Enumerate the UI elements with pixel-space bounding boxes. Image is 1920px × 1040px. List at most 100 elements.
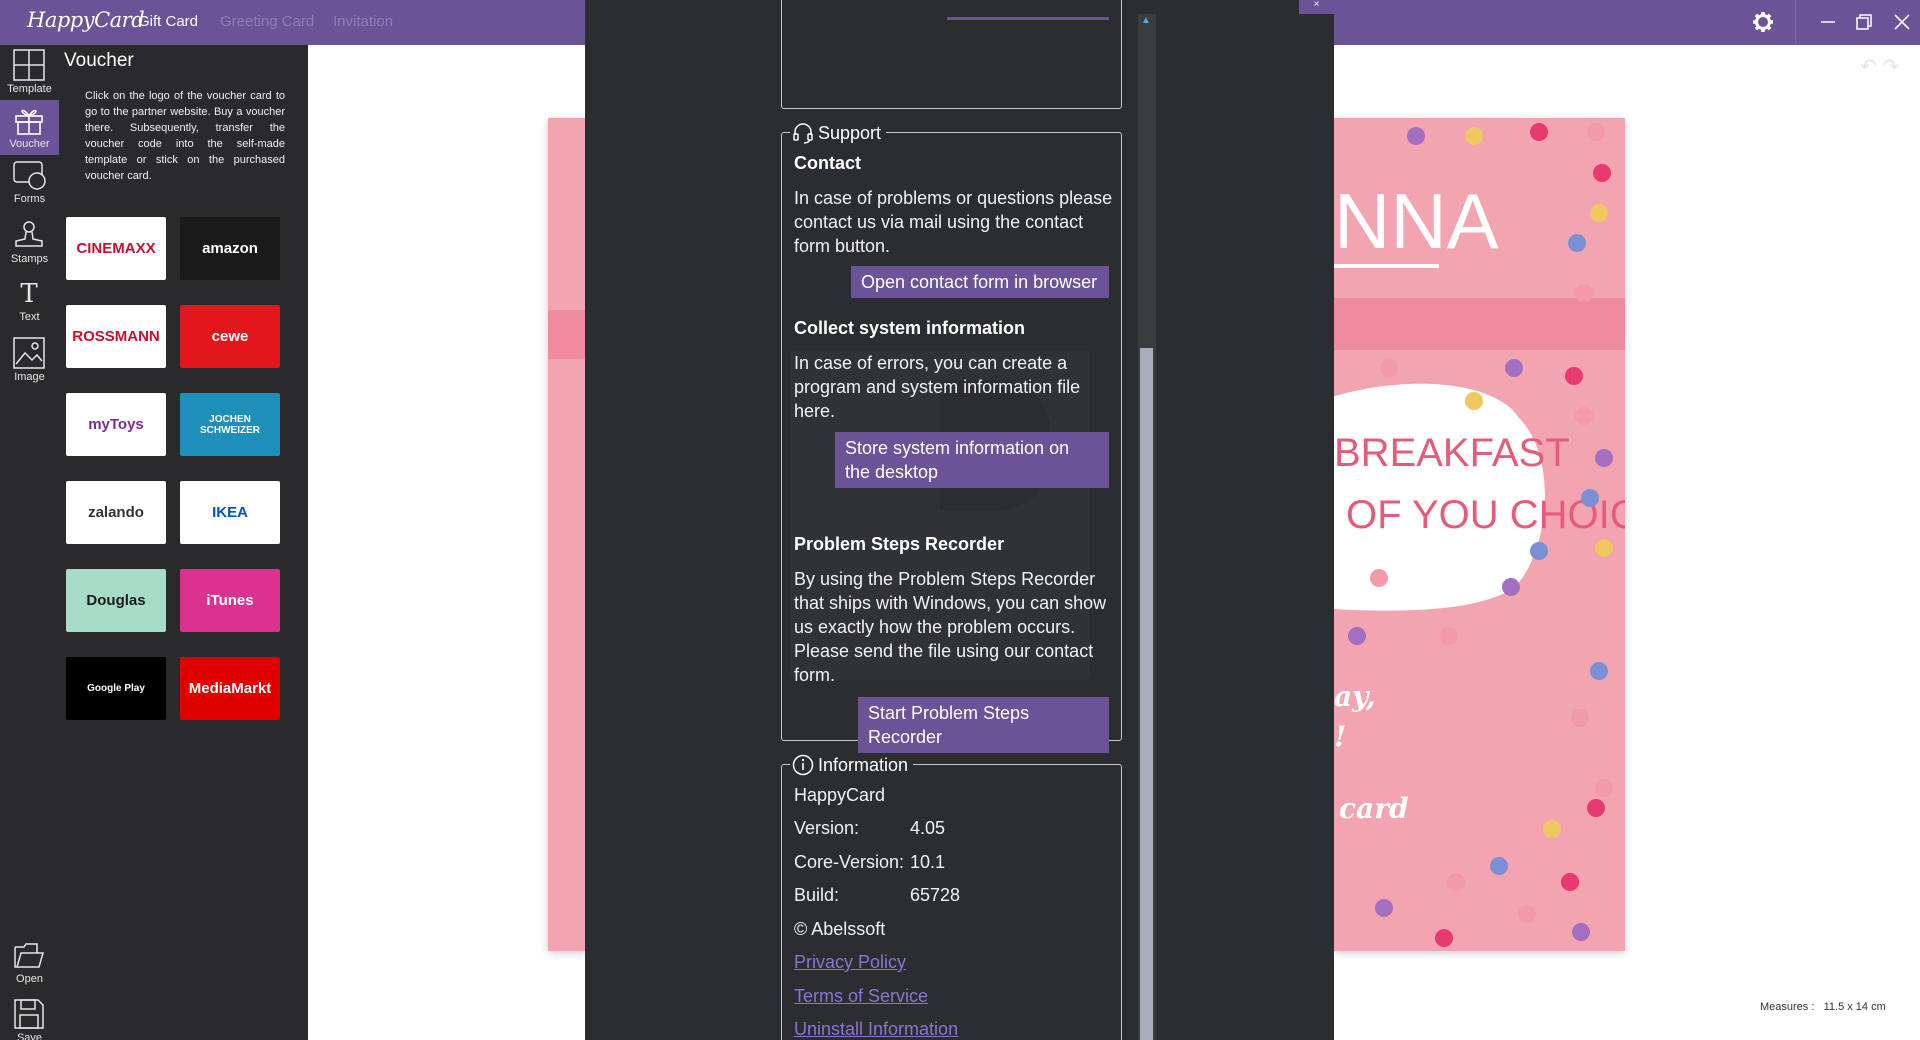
core-version-label: Core-Version: (794, 852, 905, 872)
tool-forms[interactable]: Forms (0, 155, 59, 210)
voucher-card[interactable]: Douglas (66, 569, 166, 632)
voucher-card[interactable]: cewe (180, 305, 280, 368)
tab-greeting-card[interactable]: Greeting Card (220, 13, 314, 30)
store-system-info-button[interactable]: Store system information on the desktop (835, 432, 1109, 488)
confetti-dot (1380, 359, 1398, 377)
tool-voucher-label: Voucher (9, 138, 50, 150)
template-grid-icon (13, 49, 45, 81)
tool-text[interactable]: T Text (0, 273, 59, 328)
confetti-dot (1375, 899, 1393, 917)
voucher-card[interactable]: Google Play (66, 657, 166, 720)
card-preview[interactable]: NNA BREAKFAST OF YOU CHOICE ay, ! card (1334, 118, 1625, 951)
confetti-dot (1590, 204, 1608, 222)
dialog-scrollbar[interactable]: ▲ (1138, 14, 1156, 1040)
confetti-dot (1595, 449, 1613, 467)
tool-image-label: Image (14, 371, 45, 383)
version-label: Version: (794, 818, 860, 838)
build-label: Build: (794, 885, 840, 905)
scrollbar-thumb[interactable] (1140, 348, 1153, 1040)
tool-stamps[interactable]: Stamps (0, 215, 59, 270)
tool-template[interactable]: Template (0, 45, 59, 100)
confetti-dot (1595, 779, 1613, 797)
voucher-card[interactable]: iTunes (180, 569, 280, 632)
sysinfo-title: Collect system information (794, 318, 1026, 338)
confetti-dot (1530, 123, 1548, 141)
voucher-card[interactable]: IKEA (180, 481, 280, 544)
confetti-dot (1587, 799, 1605, 817)
dialog-close-button[interactable]: × (1299, 0, 1334, 14)
image-icon (13, 337, 45, 369)
confetti-dot (1348, 627, 1366, 645)
confetti-dot (1587, 123, 1605, 141)
confetti-dot (1505, 359, 1523, 377)
folder-open-icon (14, 943, 44, 968)
confetti-dot (1518, 905, 1536, 923)
uninstall-information-link[interactable]: Uninstall Information (794, 1019, 958, 1040)
confetti-dot (1568, 234, 1586, 252)
confetti-dot (1581, 489, 1599, 507)
confetti-dot (1565, 367, 1583, 385)
measures-label: Measures : (1760, 1001, 1815, 1013)
save-button[interactable]: Save (0, 994, 59, 1040)
confetti-dot (1435, 929, 1453, 947)
sysinfo-text: In case of errors, you can create a prog… (794, 353, 1081, 421)
settings-gear-icon[interactable] (1751, 10, 1775, 34)
card-line-card: card (1339, 792, 1409, 825)
save-label: Save (16, 1032, 43, 1040)
undo-redo[interactable]: ↶ ↷ (1860, 54, 1910, 80)
tab-gift-card[interactable]: Gift Card (138, 13, 198, 30)
voucher-card[interactable]: JOCHEN SCHWEIZER (180, 393, 280, 456)
confetti-dot (1502, 578, 1520, 596)
tool-rail: Template Voucher Forms Stamps T Text Ima… (0, 45, 59, 1040)
voucher-card[interactable]: MediaMarkt (180, 657, 280, 720)
restore-icon[interactable] (1852, 10, 1876, 34)
build-value: 65728 (910, 885, 961, 905)
terms-of-service-link[interactable]: Terms of Service (794, 986, 928, 1007)
information-groupbox: Information HappyCard Version: 4.05 Core… (781, 754, 1122, 1040)
copyright-text: © Abelssoft (794, 919, 886, 939)
tab-invitation[interactable]: Invitation (333, 13, 393, 30)
information-legend: Information (790, 754, 914, 776)
gift-icon (15, 109, 43, 135)
voucher-card[interactable]: ROSSMANN (66, 305, 166, 368)
info-icon (792, 754, 814, 776)
measures-readout: Measures : 11.5 x 14 cm (1760, 1001, 1886, 1013)
privacy-policy-link[interactable]: Privacy Policy (794, 952, 906, 973)
minimize-icon[interactable] (1816, 10, 1840, 34)
confetti-dot (1440, 627, 1458, 645)
tool-image[interactable]: Image (0, 333, 59, 388)
voucher-card[interactable]: myToys (66, 393, 166, 456)
start-psr-button[interactable]: Start Problem Steps Recorder (858, 697, 1109, 753)
previous-groupbox (781, 0, 1122, 109)
voucher-card[interactable]: zalando (66, 481, 166, 544)
support-groupbox: Support Contact In case of problems or q… (781, 122, 1122, 753)
voucher-card[interactable]: CINEMAXX (66, 217, 166, 280)
card-line-breakfast: BREAKFAST (1334, 431, 1570, 475)
tool-voucher[interactable]: Voucher (0, 100, 59, 155)
confetti-dot (1447, 873, 1465, 891)
tool-text-label: Text (19, 311, 40, 323)
app-logo[interactable]: HappyCard (27, 8, 145, 32)
scroll-up-arrow-icon[interactable]: ▲ (1139, 15, 1153, 27)
tool-template-label: Template (7, 83, 52, 95)
panel-title: Voucher (64, 50, 134, 71)
open-button[interactable]: Open (0, 935, 59, 990)
core-version-value: 10.1 (910, 852, 946, 872)
confetti-dot (1590, 662, 1608, 680)
card-preview-left-edge (548, 118, 588, 951)
close-window-icon[interactable] (1890, 10, 1914, 34)
undo-icon[interactable]: ↶ (1860, 56, 1877, 78)
redo-icon[interactable]: ↷ (1882, 56, 1899, 78)
voucher-card[interactable]: amazon (180, 217, 280, 280)
confetti-dot (1593, 164, 1611, 182)
card-band-left (548, 310, 588, 359)
open-label: Open (16, 973, 43, 985)
settings-dialog: × Support Contact In case of problems or… (585, 0, 1334, 1040)
contact-text: In case of problems or questions please … (794, 188, 1113, 256)
card-line-day: ay, (1334, 680, 1375, 713)
previous-button-edge[interactable] (947, 17, 1109, 20)
confetti-dot (1530, 542, 1548, 560)
open-contact-form-button[interactable]: Open contact form in browser (851, 266, 1109, 298)
shapes-icon (13, 161, 46, 190)
confetti-dot (1575, 284, 1593, 302)
